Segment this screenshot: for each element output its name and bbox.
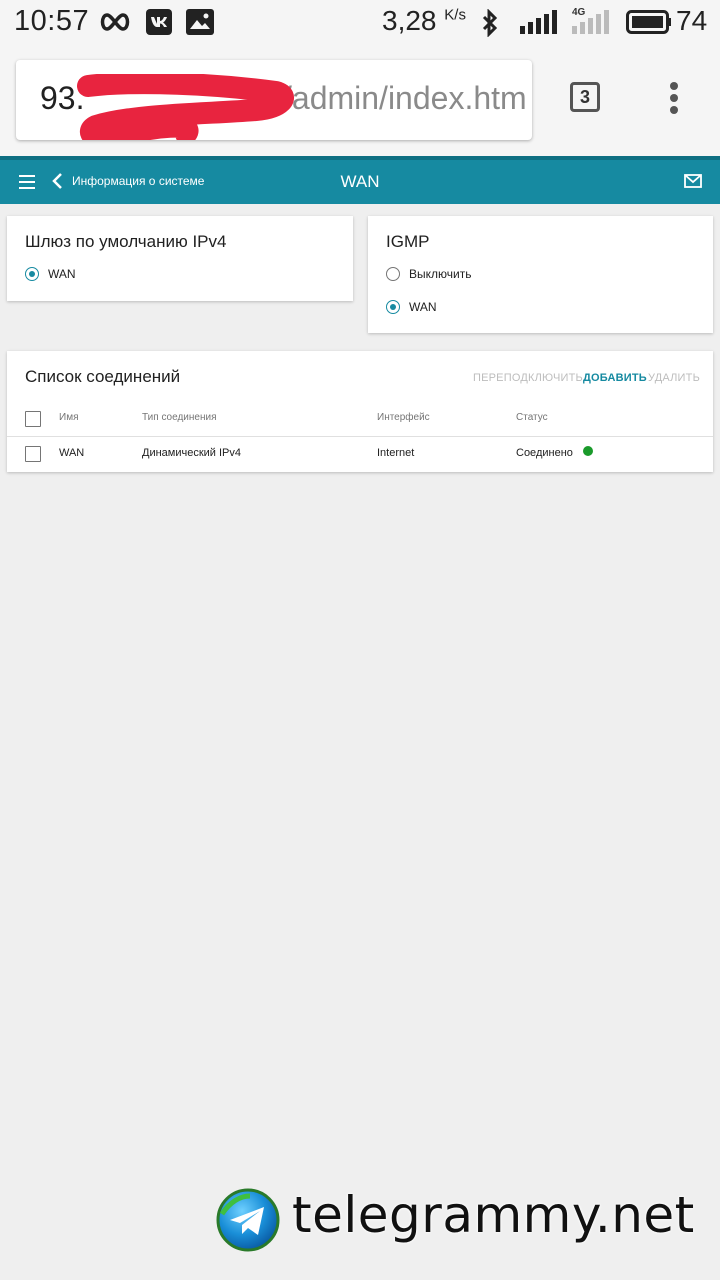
net-speed: 3,28 K/s [382, 5, 466, 36]
cell-interface: Internet [377, 447, 415, 459]
select-all-checkbox[interactable] [25, 411, 41, 427]
status-bar: 10:57 3,28 K/s 4G 74 [0, 0, 720, 44]
bluetooth-icon [480, 8, 500, 42]
cell-name: WAN [59, 447, 85, 459]
default-gateway-card: Шлюз по умолчанию IPv4 WAN [7, 216, 353, 301]
add-button[interactable]: ДОБАВИТЬ [583, 372, 647, 384]
cell-type: Динамический IPv4 [142, 447, 242, 459]
delete-button[interactable]: УДАЛИТЬ [648, 372, 700, 384]
vk-icon [146, 9, 172, 40]
igmp-card: IGMP Выключить WAN [368, 216, 713, 333]
status-time: 10:57 [14, 5, 90, 37]
mail-icon[interactable] [684, 174, 702, 193]
status-indicator-dot [583, 446, 593, 456]
row-checkbox[interactable] [25, 446, 41, 462]
battery-level: 74 [676, 5, 708, 36]
radio-button[interactable] [386, 300, 400, 314]
radio-label: WAN [48, 267, 76, 281]
card-title: Шлюз по умолчанию IPv4 [25, 232, 227, 251]
app-header: Информация о системе WAN [0, 156, 720, 204]
card-title: IGMP [386, 232, 430, 251]
column-header-status: Статус [516, 412, 548, 423]
browser-toolbar: 93. /admin/index.htm 3 [0, 44, 720, 156]
url-path: /admin/index.htm [283, 80, 527, 116]
telegram-logo-icon [216, 1188, 280, 1257]
radio-label: WAN [409, 300, 437, 314]
overflow-menu-icon[interactable] [664, 82, 684, 116]
tab-switcher-button[interactable]: 3 [570, 82, 600, 112]
column-header-type: Тип соединения [142, 412, 217, 423]
gallery-icon [186, 9, 214, 40]
reconnect-button[interactable]: ПЕРЕПОДКЛЮЧИТЬ [473, 372, 583, 384]
svg-text:4G: 4G [572, 7, 586, 18]
redaction-scribble [77, 74, 294, 140]
column-header-name: Имя [59, 412, 79, 423]
page-title: WAN [340, 172, 380, 191]
battery-icon [626, 10, 672, 39]
watermark-text: telegrammy.net [292, 1186, 695, 1244]
radio-button[interactable] [25, 267, 39, 281]
address-bar[interactable]: 93. /admin/index.htm [16, 60, 532, 140]
cell-status: Соединено [516, 447, 573, 459]
divider [7, 436, 713, 437]
radio-button[interactable] [386, 267, 400, 281]
infinity-icon [98, 12, 132, 37]
watermark: telegrammy.net [216, 1186, 716, 1256]
connections-card: Список соединений ПЕРЕПОДКЛЮЧИТЬ ДОБАВИТ… [7, 351, 713, 472]
column-header-interface: Интерфейс [377, 412, 430, 423]
signal-icon [520, 10, 558, 39]
signal-4g-icon: 4G [572, 6, 610, 39]
connections-title: Список соединений [25, 367, 181, 386]
radio-label: Выключить [409, 267, 472, 281]
